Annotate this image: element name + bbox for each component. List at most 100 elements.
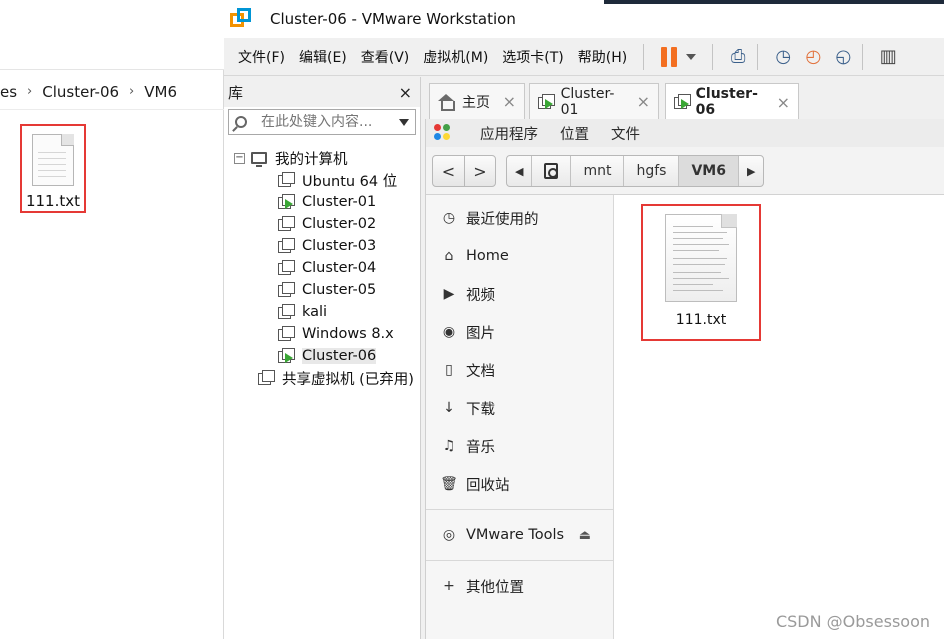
- vm-running-icon: [674, 94, 691, 110]
- watermark: CSDN @Obsessoon: [775, 612, 930, 631]
- fullscreen-icon: ▥: [879, 45, 897, 67]
- sidebar-item-documents[interactable]: ▯ 文档: [426, 351, 613, 389]
- snapshot-icon: ◷: [775, 45, 792, 67]
- explorer-ribbon-area: [0, 0, 224, 70]
- path-scroll-left-button[interactable]: ◀: [507, 156, 531, 186]
- sidebar-item-vmware-tools[interactable]: ◎ VMware Tools ⏏: [426, 516, 613, 554]
- menu-help[interactable]: 帮助(H): [578, 47, 627, 67]
- pause-button[interactable]: [656, 44, 682, 70]
- sidebar-item-label: VMware Tools: [466, 527, 565, 543]
- tree-item-vm[interactable]: Cluster-01: [224, 191, 421, 213]
- breadcrumb-item[interactable]: VM6: [144, 83, 177, 101]
- files-view[interactable]: 111.txt: [615, 195, 944, 639]
- path-segment-mnt[interactable]: mnt: [570, 156, 623, 186]
- tree-label: 共享虚拟机 (已弃用): [282, 371, 414, 388]
- forward-button[interactable]: >: [464, 156, 495, 186]
- vm-icon: [278, 172, 296, 188]
- send-ctrl-alt-del-button[interactable]: ⎙: [725, 44, 751, 70]
- breadcrumb-item[interactable]: es: [0, 83, 17, 101]
- sidebar-item-label: 回收站: [466, 477, 510, 494]
- library-header: 库 ×: [224, 77, 420, 107]
- tree-item-vm[interactable]: Cluster-05: [224, 279, 421, 301]
- sidebar-item-label: 文档: [466, 363, 495, 380]
- tree-label: Cluster-03: [302, 238, 377, 254]
- path-bar: ◀ mnt hgfs VM6 ▶: [506, 155, 765, 187]
- tree-label: Windows 8.x: [302, 326, 394, 342]
- applications-icon: [434, 124, 452, 142]
- search-icon: [235, 116, 247, 128]
- vm-tree: − 我的计算机 Ubuntu 64 位 Cluster-01 Cluster-0…: [224, 147, 421, 389]
- menu-vm[interactable]: 虚拟机(M): [423, 47, 488, 67]
- file-name: 111.txt: [25, 192, 81, 210]
- eject-icon[interactable]: ⏏: [579, 528, 591, 543]
- drive-icon: [544, 163, 559, 179]
- chevron-down-icon[interactable]: [399, 118, 409, 126]
- library-panel: 库 × − 我的计算机 Ubuntu 64 位 Cluster-01: [224, 77, 421, 639]
- shared-vm-icon: [258, 370, 276, 386]
- path-segment-hgfs[interactable]: hgfs: [623, 156, 678, 186]
- download-icon: ↓: [443, 400, 455, 416]
- menu-places[interactable]: 位置: [560, 123, 589, 144]
- menu-files[interactable]: 文件: [611, 123, 640, 144]
- sidebar-item-home[interactable]: ⌂ Home: [426, 237, 613, 275]
- tab-home[interactable]: 主页 ×: [429, 83, 525, 119]
- tab-cluster-01[interactable]: Cluster-01 ×: [529, 83, 659, 119]
- menu-view[interactable]: 查看(V): [361, 47, 410, 67]
- close-icon[interactable]: ×: [493, 92, 516, 111]
- tree-item-vm[interactable]: Cluster-03: [224, 235, 421, 257]
- vm-icon: [278, 304, 296, 320]
- tree-item-vm[interactable]: Cluster-02: [224, 213, 421, 235]
- path-root-button[interactable]: [531, 156, 570, 186]
- tree-label: kali: [302, 304, 328, 320]
- menu-edit[interactable]: 编辑(E): [299, 47, 347, 67]
- snapshot-manager-button[interactable]: ◵: [830, 44, 856, 70]
- close-icon[interactable]: ×: [767, 93, 790, 112]
- take-snapshot-button[interactable]: ◷: [770, 44, 796, 70]
- menu-file[interactable]: 文件(F): [238, 47, 285, 67]
- vm-icon: [278, 216, 296, 232]
- tree-item-vm[interactable]: Windows 8.x: [224, 323, 421, 345]
- path-scroll-right-button[interactable]: ▶: [737, 156, 763, 186]
- tree-item-my-computer[interactable]: − 我的计算机: [224, 147, 421, 169]
- tree-item-vm[interactable]: kali: [224, 301, 421, 323]
- revert-snapshot-button[interactable]: ◴: [800, 44, 826, 70]
- sidebar-item-other-locations[interactable]: + 其他位置: [426, 567, 613, 605]
- power-dropdown-icon[interactable]: [686, 53, 697, 60]
- tree-item-vm[interactable]: Ubuntu 64 位: [224, 169, 421, 191]
- home-icon: [438, 94, 455, 111]
- sidebar-item-trash[interactable]: 🗑 回收站: [426, 465, 613, 503]
- guest-display[interactable]: 应用程序 位置 文件 < > ◀ mnt hgfs VM6 ▶ ◷ 最近使用的: [425, 119, 944, 639]
- path-segment-vm6[interactable]: VM6: [678, 156, 738, 186]
- menu-applications[interactable]: 应用程序: [480, 123, 538, 144]
- sidebar-item-downloads[interactable]: ↓ 下载: [426, 389, 613, 427]
- collapse-icon[interactable]: −: [234, 152, 245, 164]
- tab-bar: 主页 × Cluster-01 × Cluster-06 ×: [425, 77, 944, 120]
- sidebar-item-music[interactable]: ♫ 音乐: [426, 427, 613, 465]
- file-item-111-txt[interactable]: 111.txt: [20, 124, 86, 213]
- vm-icon: [278, 260, 296, 276]
- window-title: Cluster-06 - VMware Workstation: [270, 10, 516, 28]
- tab-cluster-06[interactable]: Cluster-06 ×: [665, 83, 799, 120]
- vm-running-icon: [278, 194, 296, 210]
- menu-tabs[interactable]: 选项卡(T): [502, 47, 563, 67]
- tree-item-vm[interactable]: Cluster-06: [224, 345, 421, 367]
- back-button[interactable]: <: [433, 156, 464, 186]
- sidebar-item-label: 下载: [466, 401, 495, 418]
- chevron-right-icon: ›: [129, 84, 135, 99]
- tree-label: Cluster-05: [302, 282, 377, 298]
- pause-icon: [661, 46, 678, 67]
- sidebar-item-pictures[interactable]: ◉ 图片: [426, 313, 613, 351]
- file-item-111-txt[interactable]: 111.txt: [641, 204, 761, 341]
- library-search-input[interactable]: [261, 114, 399, 130]
- tree-item-shared-vms[interactable]: 共享虚拟机 (已弃用): [224, 367, 421, 389]
- close-icon[interactable]: ×: [627, 92, 650, 111]
- sidebar-item-recent[interactable]: ◷ 最近使用的: [426, 199, 613, 237]
- tree-item-vm[interactable]: Cluster-04: [224, 257, 421, 279]
- tree-label: Cluster-01: [302, 194, 377, 210]
- breadcrumb-item[interactable]: Cluster-06: [42, 83, 119, 101]
- sidebar-item-videos[interactable]: ▶ 视频: [426, 275, 613, 313]
- view-mode-button[interactable]: ▥: [875, 44, 901, 70]
- vm-icon: [278, 238, 296, 254]
- close-icon[interactable]: ×: [399, 83, 412, 102]
- sidebar-item-label: 其他位置: [466, 579, 524, 596]
